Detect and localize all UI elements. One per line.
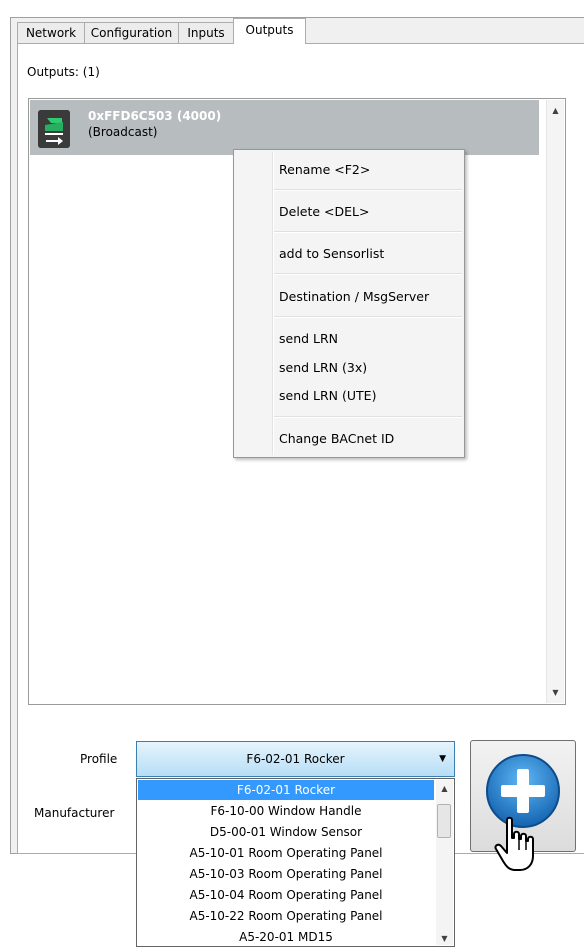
dropdown-option[interactable]: D5-00-01 Window Sensor — [138, 822, 434, 842]
menu-separator — [274, 316, 462, 318]
tab-configuration[interactable]: Configuration — [84, 22, 179, 43]
scroll-up-icon[interactable]: ▲ — [436, 784, 453, 793]
scroll-down-icon[interactable]: ▼ — [547, 688, 564, 697]
dropdown-option[interactable]: F6-10-00 Window Handle — [138, 801, 434, 821]
list-item[interactable]: 0xFFD6C503 (4000) (Broadcast) — [30, 100, 539, 155]
dropdown-option[interactable]: A5-10-22 Room Operating Panel — [138, 906, 434, 926]
chevron-down-icon[interactable]: ▼ — [439, 742, 446, 776]
hand-cursor-icon — [493, 816, 543, 877]
dropdown-option[interactable]: A5-10-03 Room Operating Panel — [138, 864, 434, 884]
menu-separator — [274, 231, 462, 233]
profile-select[interactable]: F6-02-01 Rocker ▼ — [136, 741, 455, 777]
menu-separator — [274, 416, 462, 418]
scroll-up-icon[interactable]: ▲ — [547, 106, 564, 115]
tab-network[interactable]: Network — [17, 22, 85, 43]
menu-separator — [274, 189, 462, 191]
dropdown-option[interactable]: A5-20-01 MD15 — [138, 927, 434, 947]
menu-item-send-lrn-ute[interactable]: send LRN (UTE) — [279, 388, 376, 403]
output-subtitle: (Broadcast) — [88, 125, 158, 139]
list-scrollbar[interactable]: ▲ ▼ — [546, 100, 564, 703]
tab-inputs[interactable]: Inputs — [178, 22, 234, 43]
profile-label: Profile — [80, 752, 118, 766]
menu-item-change-bacnet[interactable]: Change BACnet ID — [279, 431, 394, 446]
output-device-icon — [38, 110, 70, 148]
profile-dropdown-list[interactable]: F6-02-01 Rocker F6-10-00 Window Handle D… — [136, 778, 455, 947]
dropdown-option[interactable]: A5-10-01 Room Operating Panel — [138, 843, 434, 863]
dropdown-option[interactable]: F6-02-01 Rocker — [138, 780, 434, 800]
menu-item-send-lrn-3x[interactable]: send LRN (3x) — [279, 360, 367, 375]
menu-gutter — [272, 152, 274, 455]
outputs-count-label: Outputs: (1) — [27, 65, 100, 79]
menu-item-destination[interactable]: Destination / MsgServer — [279, 289, 429, 304]
menu-item-rename[interactable]: Rename <F2> — [279, 162, 370, 177]
dropdown-option[interactable]: A5-10-04 Room Operating Panel — [138, 885, 434, 905]
profile-select-value: F6-02-01 Rocker — [246, 752, 345, 766]
scroll-down-icon[interactable]: ▼ — [436, 934, 453, 943]
manufacturer-label: Manufacturer — [34, 806, 115, 820]
scroll-thumb[interactable] — [437, 804, 451, 838]
context-menu: Rename <F2> Delete <DEL> add to Sensorli… — [233, 149, 465, 458]
menu-item-send-lrn[interactable]: send LRN — [279, 331, 338, 346]
menu-separator — [274, 273, 462, 275]
dropdown-scrollbar[interactable]: ▲ ▼ — [436, 780, 453, 945]
output-id: 0xFFD6C503 (4000) — [88, 109, 222, 123]
menu-item-delete[interactable]: Delete <DEL> — [279, 204, 369, 219]
tab-outputs[interactable]: Outputs — [233, 18, 306, 44]
menu-item-add-sensorlist[interactable]: add to Sensorlist — [279, 246, 384, 261]
